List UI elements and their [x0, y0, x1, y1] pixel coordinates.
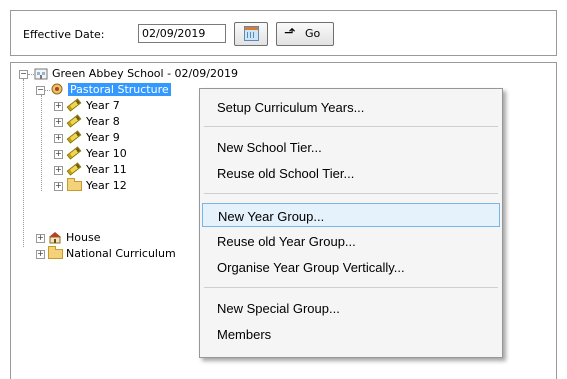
tree-item-year-9[interactable]: + Year 9: [54, 130, 204, 146]
expand-icon[interactable]: +: [54, 134, 63, 143]
tree-root[interactable]: − Green Abbey School - 02/09/2019: [19, 66, 419, 82]
menu-item-label: New Special Group...: [217, 301, 340, 316]
tree-connector: [41, 95, 42, 191]
pencil-icon: [66, 162, 82, 176]
expand-icon[interactable]: +: [36, 234, 45, 243]
tree-item-year-7[interactable]: + Year 7: [54, 98, 204, 114]
tree-root-label: Green Abbey School - 02/09/2019: [52, 67, 238, 80]
pastoral-icon: [50, 83, 64, 96]
menu-separator: [204, 287, 498, 288]
menu-item-label: New Year Group...: [218, 209, 325, 224]
go-button[interactable]: ⬏ Go: [276, 22, 334, 46]
menu-item-label: Members: [217, 327, 272, 342]
expand-icon[interactable]: +: [54, 118, 63, 127]
calendar-icon: [244, 26, 259, 41]
tree-item-label: Year 11: [86, 163, 127, 176]
menu-item-setup-curriculum-years[interactable]: Setup Curriculum Years...: [202, 95, 500, 119]
pencil-icon: [66, 130, 82, 144]
toolbar: Effective Date: ⬏ Go: [10, 10, 557, 56]
tree-item-label: National Curriculum: [66, 247, 176, 260]
collapse-icon[interactable]: −: [36, 86, 45, 95]
pencil-icon: [66, 114, 82, 128]
go-label: Go: [305, 27, 321, 40]
house-group-icon: [48, 231, 62, 244]
menu-item-reuse-old-school-tier[interactable]: Reuse old School Tier...: [202, 161, 500, 185]
expand-icon[interactable]: +: [54, 102, 63, 111]
folder-icon: [67, 178, 82, 191]
folder-icon: [48, 246, 63, 259]
tree-item-label: House: [66, 231, 101, 244]
tree-item-label: Pastoral Structure: [68, 83, 171, 96]
menu-item-label: Setup Curriculum Years...: [217, 100, 365, 115]
calendar-button[interactable]: [234, 22, 268, 46]
menu-item-new-school-tier[interactable]: New School Tier...: [202, 135, 500, 159]
menu-item-reuse-old-year-group[interactable]: Reuse old Year Group...: [202, 229, 500, 253]
tree-item-house[interactable]: + House: [36, 230, 186, 246]
tree-item-label: Year 8: [86, 115, 120, 128]
pencil-icon: [66, 146, 82, 160]
menu-item-label: Reuse old School Tier...: [217, 166, 355, 181]
pencil-icon: [66, 98, 82, 112]
effective-date-label: Effective Date:: [23, 28, 105, 41]
menu-item-label: New School Tier...: [217, 140, 322, 155]
context-menu: Setup Curriculum Years... New School Tie…: [199, 88, 503, 358]
tree-item-label: Year 9: [86, 131, 120, 144]
tree-connector: [23, 79, 24, 247]
expand-icon[interactable]: +: [36, 250, 45, 259]
menu-item-members[interactable]: Members: [202, 322, 500, 346]
menu-item-new-special-group[interactable]: New Special Group...: [202, 296, 500, 320]
collapse-icon[interactable]: −: [19, 70, 28, 79]
menu-item-organise-year-group-vertically[interactable]: Organise Year Group Vertically...: [202, 255, 500, 279]
expand-icon[interactable]: +: [54, 150, 63, 159]
tree-item-year-10[interactable]: + Year 10: [54, 146, 204, 162]
tree-item-year-12[interactable]: + Year 12: [54, 178, 204, 194]
tree-item-label: Year 12: [86, 179, 127, 192]
menu-separator: [204, 126, 498, 127]
go-arrow-icon: ⬏: [284, 25, 296, 41]
menu-item-label: Organise Year Group Vertically...: [217, 260, 405, 275]
effective-date-input[interactable]: [138, 24, 226, 43]
tree-item-year-8[interactable]: + Year 8: [54, 114, 204, 130]
expand-icon[interactable]: +: [54, 182, 63, 191]
tree-item-label: Year 7: [86, 99, 120, 112]
menu-item-label: Reuse old Year Group...: [217, 234, 356, 249]
menu-item-new-year-group[interactable]: New Year Group...: [202, 203, 500, 227]
tree-item-year-11[interactable]: + Year 11: [54, 162, 204, 178]
expand-icon[interactable]: +: [54, 166, 63, 175]
tree-item-label: Year 10: [86, 147, 127, 160]
school-icon: [34, 67, 48, 80]
menu-separator: [204, 193, 498, 194]
